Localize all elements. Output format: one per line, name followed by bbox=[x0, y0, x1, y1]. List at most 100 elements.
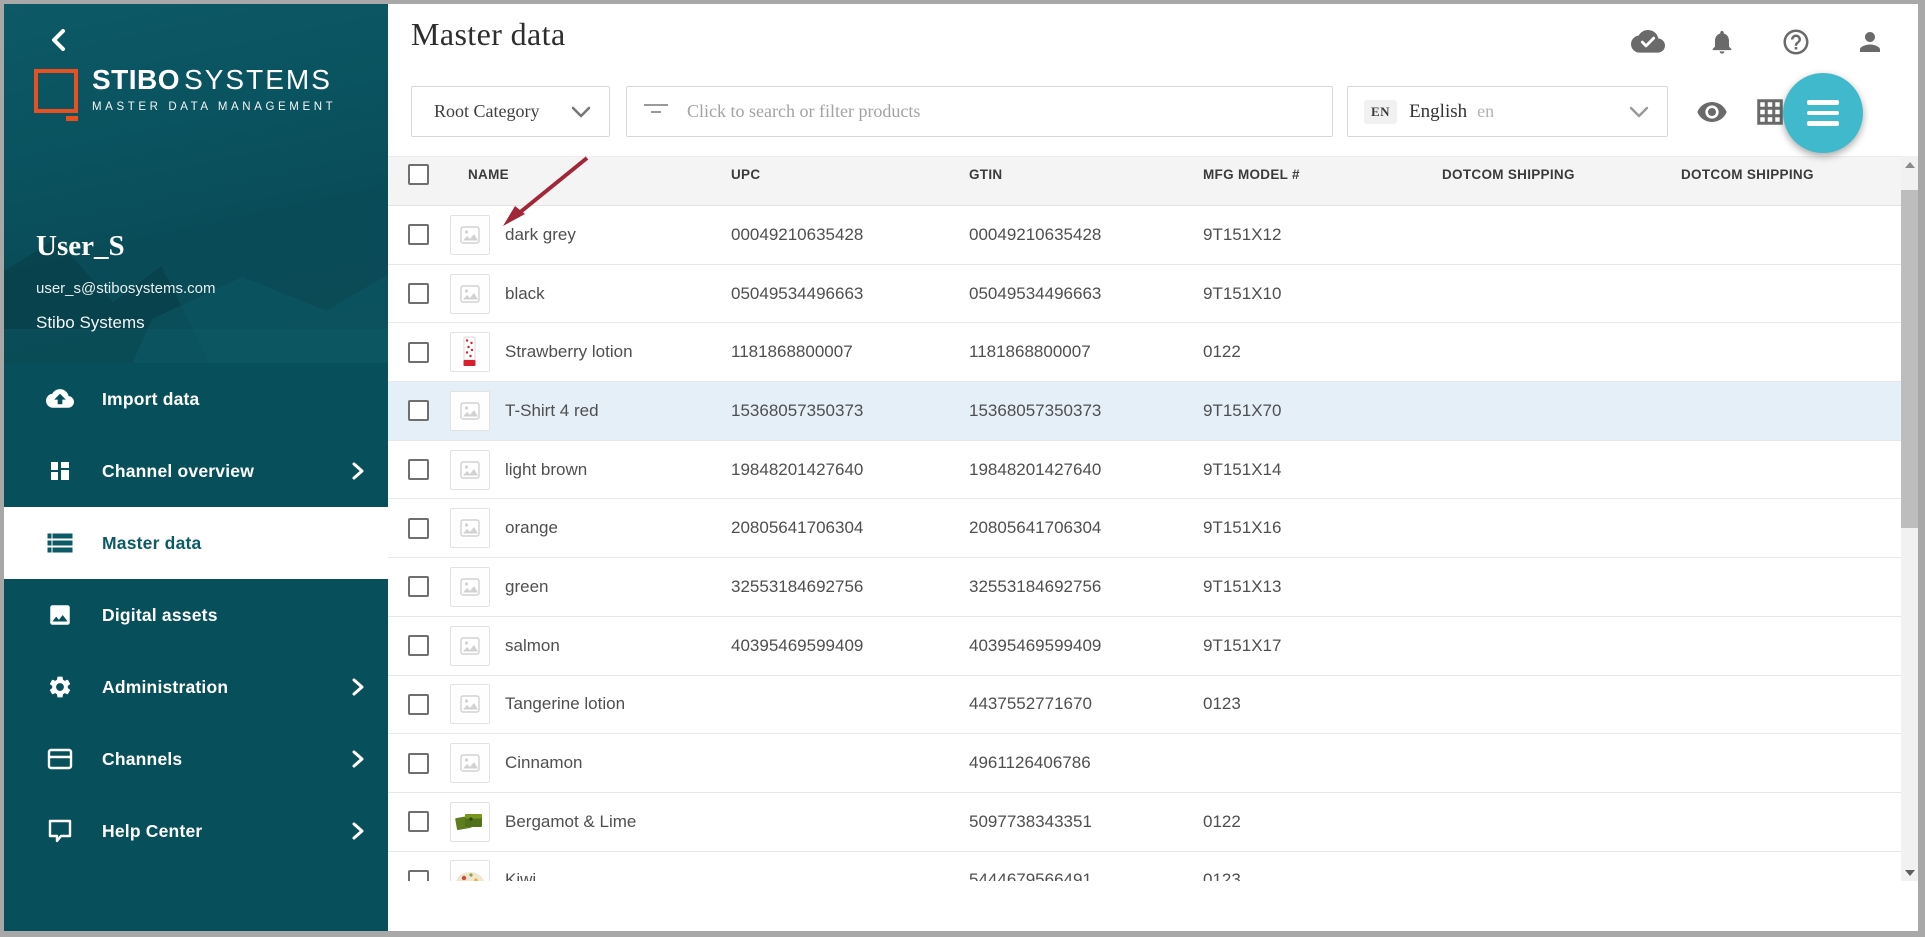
table-row[interactable]: black05049534496663050495344966639T151X1… bbox=[388, 265, 1901, 324]
preview-eye-icon[interactable] bbox=[1694, 94, 1730, 130]
product-thumbnail[interactable] bbox=[450, 450, 490, 490]
cell-name: Cinnamon bbox=[505, 753, 731, 773]
sidebar-item-label: Administration bbox=[102, 677, 228, 698]
column-header-dotcom-shipping-1[interactable]: DOTCOM SHIPPING bbox=[1442, 167, 1681, 182]
cell-mfg-model: 9T151X13 bbox=[1203, 577, 1442, 597]
bell-icon[interactable] bbox=[1704, 24, 1740, 60]
sidebar-item-channels[interactable]: Channels bbox=[4, 723, 388, 795]
product-thumbnail[interactable] bbox=[450, 802, 490, 842]
row-checkbox[interactable] bbox=[408, 518, 429, 539]
cell-upc: 32553184692756 bbox=[731, 577, 969, 597]
column-header-dotcom-shipping-2[interactable]: DOTCOM SHIPPING bbox=[1681, 167, 1901, 182]
product-thumbnail[interactable] bbox=[450, 391, 490, 431]
column-header-upc[interactable]: UPC bbox=[731, 167, 969, 182]
sidebar-item-digital-assets[interactable]: Digital assets bbox=[4, 579, 388, 651]
row-checkbox[interactable] bbox=[408, 811, 429, 832]
page-title: Master data bbox=[411, 16, 566, 53]
sidebar-item-master-data[interactable]: Master data bbox=[4, 507, 388, 579]
filter-bar: Root Category EN English en bbox=[388, 86, 1918, 137]
cell-gtin: 1181868800007 bbox=[969, 342, 1203, 362]
sidebar-item-label: Channels bbox=[102, 749, 182, 770]
sidebar-item-help-center[interactable]: Help Center bbox=[4, 795, 388, 867]
chevron-down-icon bbox=[1629, 106, 1649, 118]
app-window: STIBOSYSTEMS MASTER DATA MANAGEMENT User… bbox=[0, 0, 1925, 937]
sidebar-item-channel-overview[interactable]: Channel overview bbox=[4, 435, 388, 507]
table-row[interactable]: light brown19848201427640198482014276409… bbox=[388, 441, 1901, 500]
cell-mfg-model: 9T151X16 bbox=[1203, 518, 1442, 538]
column-header-gtin[interactable]: GTIN bbox=[969, 167, 1203, 182]
person-icon[interactable] bbox=[1852, 24, 1888, 60]
product-thumbnail[interactable] bbox=[450, 567, 490, 607]
vertical-scrollbar[interactable] bbox=[1901, 156, 1918, 881]
cell-mfg-model: 9T151X70 bbox=[1203, 401, 1442, 421]
table-row[interactable]: T-Shirt 4 red153680573503731536805735037… bbox=[388, 382, 1901, 441]
table-row[interactable]: salmon40395469599409403954695994099T151X… bbox=[388, 617, 1901, 676]
table-row[interactable]: Strawberry lotion11818688000071181868800… bbox=[388, 323, 1901, 382]
column-header-mfg-model[interactable]: MFG MODEL # bbox=[1203, 167, 1442, 182]
product-thumbnail[interactable] bbox=[450, 684, 490, 724]
main-content: Master data Root Category bbox=[388, 4, 1918, 931]
triangle-up-icon bbox=[1905, 162, 1915, 168]
row-checkbox[interactable] bbox=[408, 283, 429, 304]
product-thumbnail[interactable] bbox=[450, 274, 490, 314]
table-row[interactable]: Tangerine lotion 44375527716700123 bbox=[388, 676, 1901, 735]
table-row[interactable]: Kiwi54446795664910123 bbox=[388, 852, 1901, 881]
row-checkbox[interactable] bbox=[408, 694, 429, 715]
product-thumbnail[interactable] bbox=[450, 508, 490, 548]
cloud-check-icon[interactable] bbox=[1630, 24, 1666, 60]
help-icon[interactable] bbox=[1778, 24, 1814, 60]
product-thumbnail[interactable] bbox=[450, 215, 490, 255]
collapse-sidebar-button[interactable] bbox=[42, 26, 74, 58]
table-row[interactable]: green32553184692756325531846927569T151X1… bbox=[388, 558, 1901, 617]
product-thumbnail[interactable] bbox=[450, 626, 490, 666]
cell-mfg-model: 9T151X10 bbox=[1203, 284, 1442, 304]
table-row[interactable]: orange20805641706304208056417063049T151X… bbox=[388, 499, 1901, 558]
user-info: User_S user_s@stibosystems.com Stibo Sys… bbox=[36, 230, 215, 333]
cell-name: Strawberry lotion bbox=[505, 342, 731, 362]
cell-upc: 40395469599409 bbox=[731, 636, 969, 656]
search-input[interactable] bbox=[685, 100, 1316, 123]
scroll-down-button[interactable] bbox=[1901, 864, 1918, 881]
row-checkbox[interactable] bbox=[408, 459, 429, 480]
sidebar-item-administration[interactable]: Administration bbox=[4, 651, 388, 723]
table-row[interactable]: Cinnamon4961126406786 bbox=[388, 734, 1901, 793]
select-all-checkbox[interactable] bbox=[408, 164, 429, 185]
products-table: NAME UPC GTIN MFG MODEL # DOTCOM SHIPPIN… bbox=[388, 156, 1901, 881]
cell-mfg-model: 0122 bbox=[1203, 812, 1442, 832]
column-header-name[interactable]: NAME bbox=[450, 167, 731, 182]
cell-name: light brown bbox=[505, 460, 731, 480]
sidebar-item-label: Help Center bbox=[102, 821, 202, 842]
sidebar-item-import-data[interactable]: Import data bbox=[4, 363, 388, 435]
chevron-left-icon bbox=[50, 29, 66, 56]
row-checkbox[interactable] bbox=[408, 224, 429, 245]
table-row[interactable]: Bergamot & Lime50977383433510122 bbox=[388, 793, 1901, 852]
cell-mfg-model: 0123 bbox=[1203, 694, 1442, 714]
row-checkbox[interactable] bbox=[408, 870, 429, 881]
product-thumbnail[interactable] bbox=[450, 860, 490, 881]
card-icon bbox=[46, 745, 74, 773]
cell-name: dark grey bbox=[505, 225, 731, 245]
language-dropdown[interactable]: EN English en bbox=[1347, 86, 1668, 137]
row-checkbox[interactable] bbox=[408, 400, 429, 421]
product-thumbnail[interactable] bbox=[450, 743, 490, 783]
row-checkbox[interactable] bbox=[408, 576, 429, 597]
filter-lines-icon bbox=[643, 101, 669, 122]
cell-upc: 00049210635428 bbox=[731, 225, 969, 245]
row-checkbox[interactable] bbox=[408, 342, 429, 363]
cell-name: Tangerine lotion bbox=[505, 694, 731, 714]
row-checkbox[interactable] bbox=[408, 635, 429, 656]
product-thumbnail[interactable] bbox=[450, 332, 490, 372]
scrollbar-thumb[interactable] bbox=[1901, 190, 1918, 528]
actions-menu-fab[interactable] bbox=[1783, 73, 1863, 153]
cell-gtin: 15368057350373 bbox=[969, 401, 1203, 421]
scroll-up-button[interactable] bbox=[1901, 156, 1918, 173]
cell-gtin: 40395469599409 bbox=[969, 636, 1203, 656]
category-dropdown[interactable]: Root Category bbox=[411, 86, 610, 137]
cell-gtin: 4437552771670 bbox=[969, 694, 1203, 714]
cell-gtin: 5444679566491 bbox=[969, 870, 1203, 881]
row-checkbox[interactable] bbox=[408, 753, 429, 774]
chevron-right-icon bbox=[352, 678, 364, 696]
sidebar: STIBOSYSTEMS MASTER DATA MANAGEMENT User… bbox=[4, 4, 388, 931]
table-row[interactable]: dark grey00049210635428000492106354289T1… bbox=[388, 206, 1901, 265]
cell-mfg-model: 0123 bbox=[1203, 870, 1442, 881]
